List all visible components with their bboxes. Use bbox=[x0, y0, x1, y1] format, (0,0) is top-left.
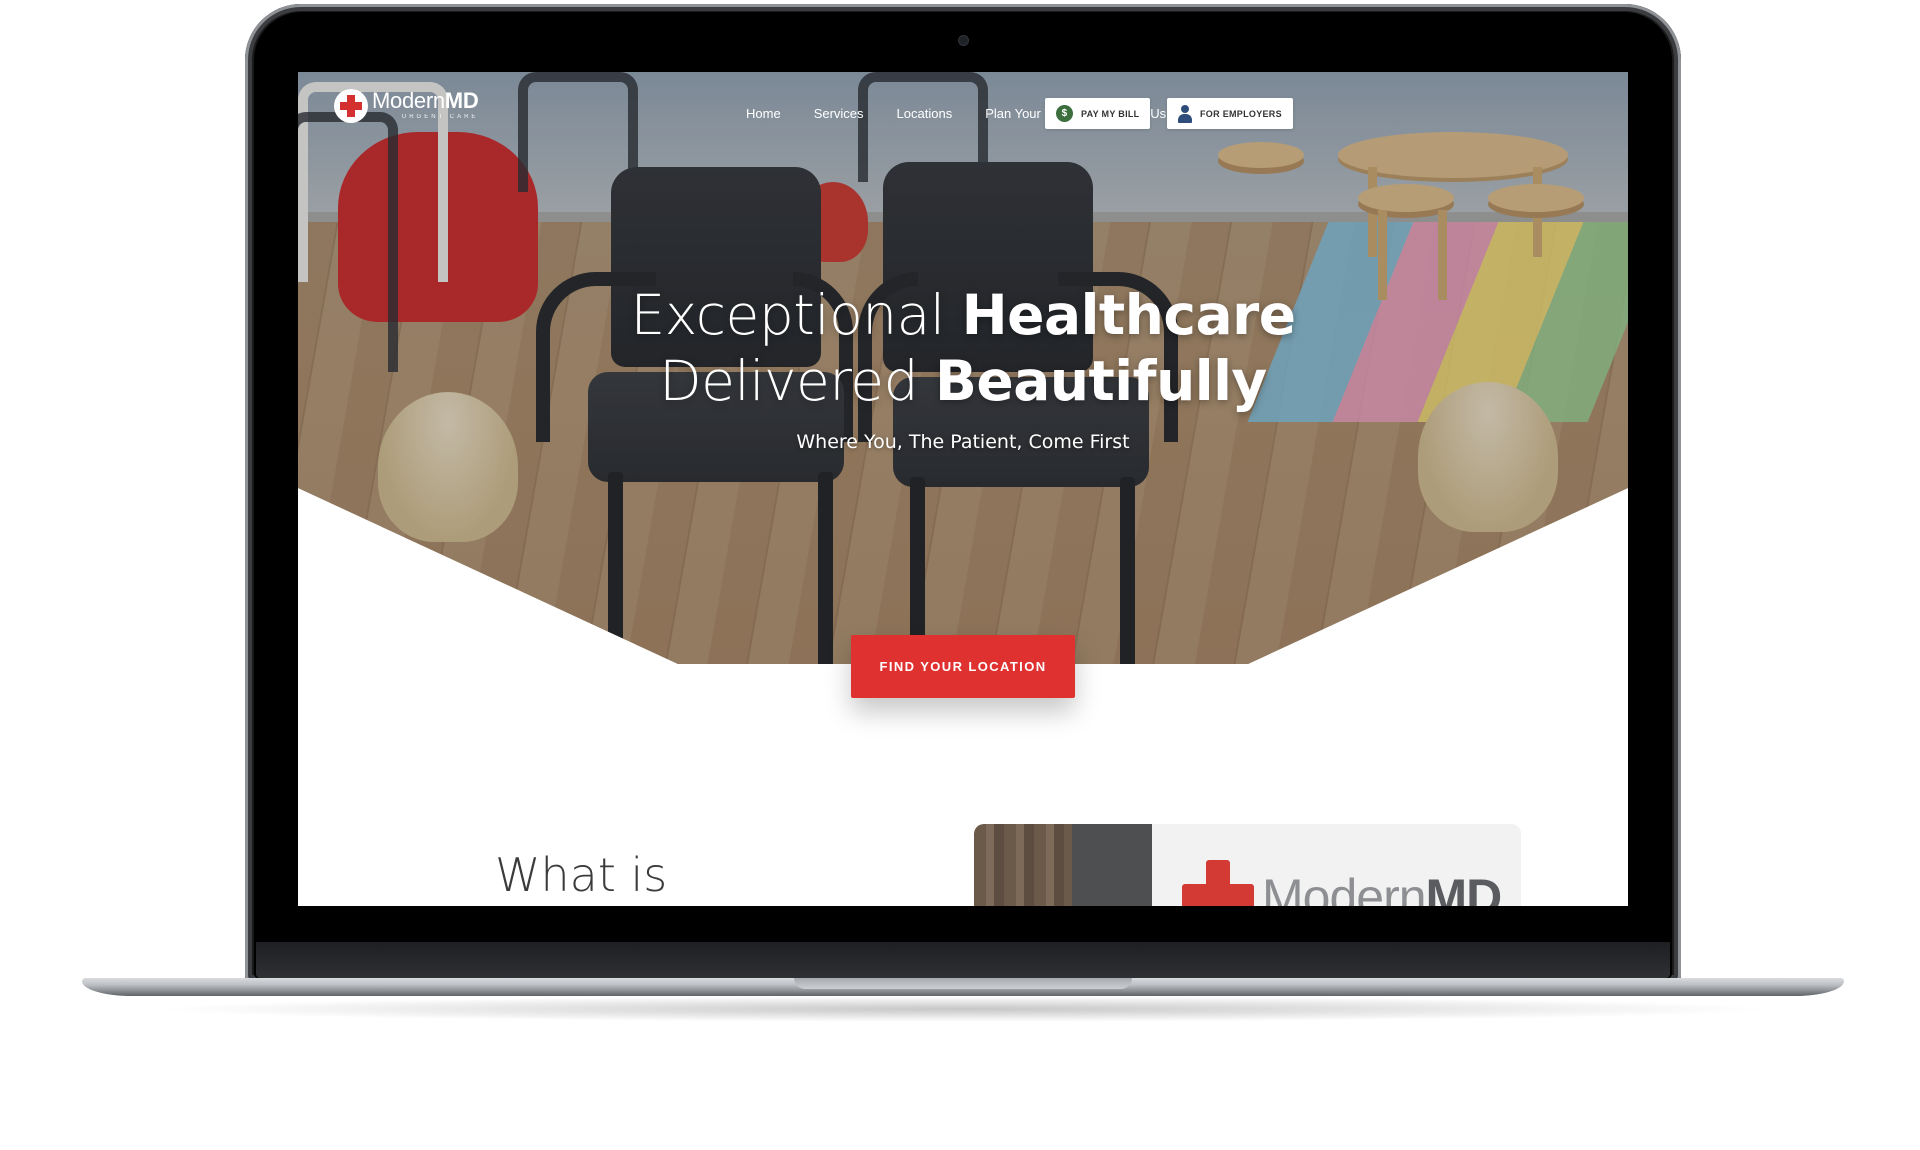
laptop-shadow bbox=[150, 996, 1776, 1022]
hero-title-line-1-regular: Exceptional bbox=[630, 283, 962, 347]
person-icon bbox=[1178, 104, 1192, 123]
section-heading: What is bbox=[495, 848, 668, 902]
clinic-sign-image: ModernMD bbox=[974, 824, 1521, 906]
for-employers-label: FOR EMPLOYERS bbox=[1200, 108, 1282, 119]
logo-tagline: URGENT CARE bbox=[401, 114, 479, 120]
hero-title-line-1-bold: Healthcare bbox=[961, 283, 1296, 347]
logo-name: ModernMD bbox=[372, 88, 479, 113]
device-mockup: ModernMD URGENT CARE Home Services Locat… bbox=[0, 0, 1920, 1150]
logo-name-regular: Modern bbox=[372, 88, 445, 113]
logo-wordmark: ModernMD URGENT CARE bbox=[372, 88, 479, 121]
hero-title-line-1: Exceptional Healthcare bbox=[298, 282, 1628, 348]
hero-title-line-2-regular: Delivered bbox=[659, 349, 935, 413]
nav-home[interactable]: Home bbox=[746, 106, 781, 121]
laptop-chin bbox=[256, 942, 1670, 978]
medical-cross-icon bbox=[334, 89, 368, 123]
dollar-coin-icon: $ bbox=[1056, 105, 1073, 122]
sign-wordmark-regular: Modern bbox=[1262, 869, 1427, 906]
find-location-button[interactable]: FIND YOUR LOCATION bbox=[851, 635, 1075, 698]
nav-locations[interactable]: Locations bbox=[897, 106, 953, 121]
website-screen: ModernMD URGENT CARE Home Services Locat… bbox=[298, 72, 1628, 906]
wood-wall bbox=[974, 824, 1072, 906]
sign-wordmark: ModernMD bbox=[1262, 868, 1503, 906]
sign-wordmark-bold: MD bbox=[1425, 869, 1503, 906]
for-employers-button[interactable]: FOR EMPLOYERS bbox=[1167, 98, 1293, 129]
pay-my-bill-label: PAY MY BILL bbox=[1081, 108, 1140, 119]
dark-panel bbox=[1072, 824, 1152, 906]
medical-cross-icon bbox=[1182, 860, 1254, 906]
logo-name-bold: MD bbox=[444, 88, 479, 113]
hero-title-line-2-bold: Beautifully bbox=[935, 349, 1267, 413]
site-logo[interactable]: ModernMD URGENT CARE bbox=[334, 88, 479, 123]
camera-icon bbox=[959, 36, 968, 45]
laptop-notch bbox=[794, 978, 1132, 989]
hero-title-line-2: Delivered Beautifully bbox=[298, 348, 1628, 414]
hero-subtitle: Where You, The Patient, Come First bbox=[796, 431, 1130, 453]
nav-services[interactable]: Services bbox=[814, 106, 864, 121]
pay-my-bill-button[interactable]: $ PAY MY BILL bbox=[1045, 98, 1151, 129]
